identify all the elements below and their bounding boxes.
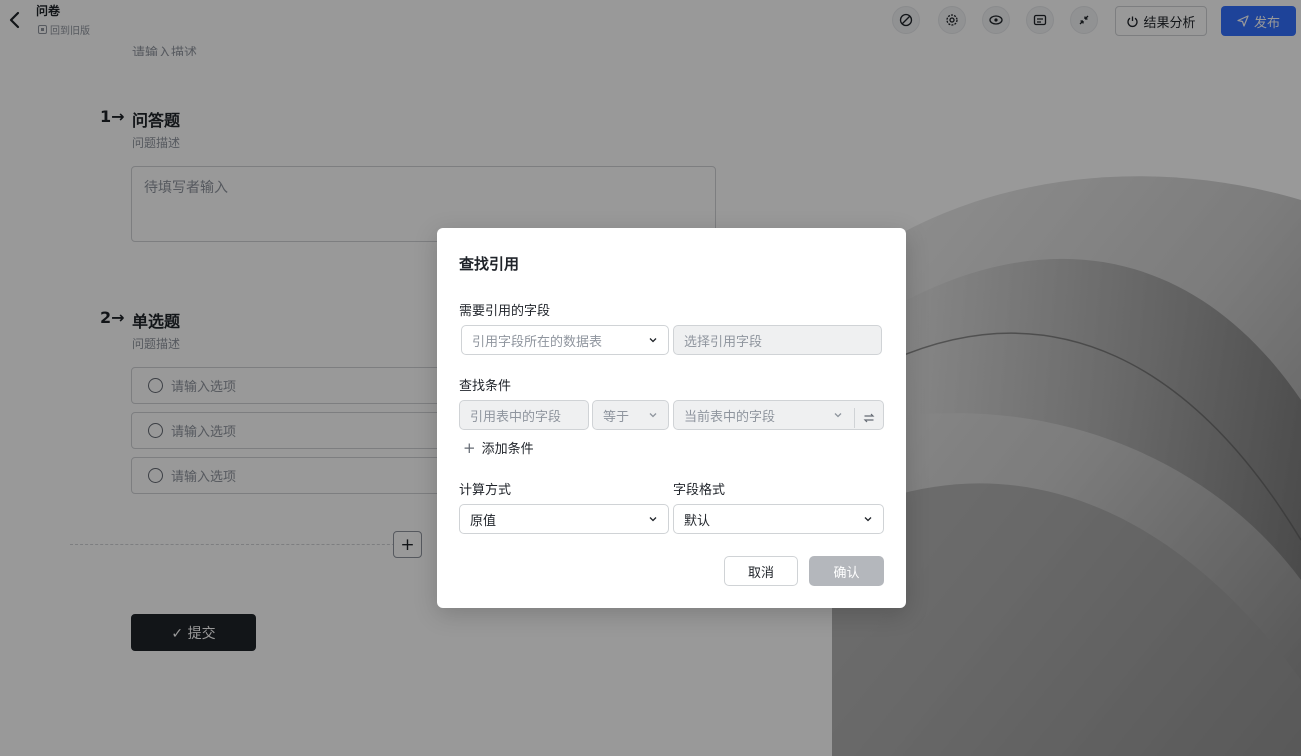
swap-arrows-icon [863, 413, 874, 423]
condition-field-select[interactable]: 引用表中的字段 [459, 400, 589, 430]
current-field-select[interactable]: 当前表中的字段 [673, 400, 884, 430]
condition-section-label: 查找条件 [459, 379, 512, 394]
calc-method-label: 计算方式 [459, 483, 512, 498]
field-format-select[interactable]: 默认 [673, 504, 884, 534]
swap-button[interactable] [854, 408, 882, 428]
confirm-button[interactable]: 确认 [809, 556, 884, 586]
cancel-button[interactable]: 取消 [724, 556, 798, 586]
chevron-down-icon [649, 517, 657, 522]
current-field-placeholder: 当前表中的字段 [684, 409, 776, 425]
dialog-title: 查找引用 [459, 255, 520, 273]
condition-operator-select[interactable]: 等于 [592, 400, 669, 430]
source-table-placeholder: 引用字段所在的数据表 [472, 334, 603, 350]
reference-field-placeholder: 选择引用字段 [684, 334, 763, 350]
chevron-down-icon [834, 413, 842, 418]
calc-method-value: 原值 [470, 513, 497, 529]
add-condition-label: 添加条件 [481, 442, 534, 457]
find-reference-dialog: 查找引用 需要引用的字段 引用字段所在的数据表 选择引用字段 查找条件 引用表中… [437, 228, 906, 608]
reference-field-select[interactable]: 选择引用字段 [673, 325, 882, 355]
chevron-down-icon [649, 338, 657, 343]
field-section-label: 需要引用的字段 [459, 304, 551, 319]
add-condition-button[interactable]: + 添加条件 [463, 438, 534, 458]
plus-icon: + [463, 438, 476, 457]
field-format-value: 默认 [684, 513, 711, 529]
condition-operator-value: 等于 [603, 409, 630, 425]
source-table-select[interactable]: 引用字段所在的数据表 [461, 325, 669, 355]
chevron-down-icon [649, 413, 657, 418]
condition-field-placeholder: 引用表中的字段 [470, 409, 562, 425]
calc-method-select[interactable]: 原值 [459, 504, 669, 534]
chevron-down-icon [864, 517, 872, 522]
field-format-label: 字段格式 [673, 483, 726, 498]
